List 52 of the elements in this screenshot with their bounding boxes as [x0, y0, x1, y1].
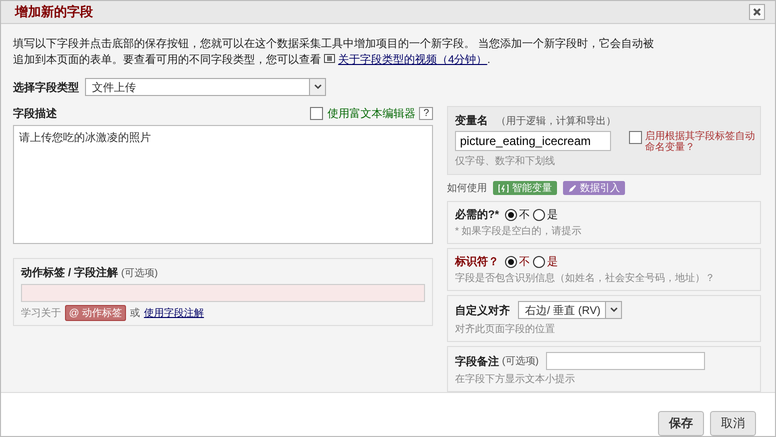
close-icon — [753, 8, 761, 16]
dialog-title: 增加新的字段 — [15, 3, 93, 21]
auto-name-label: 启用根据其字段标签自动命名变量？ — [645, 131, 756, 153]
alignment-label: 自定义对齐 — [455, 304, 510, 318]
rich-text-label: 使用富文本编辑器 — [327, 106, 416, 121]
caret-icon — [610, 307, 618, 313]
cancel-button[interactable]: 取消 — [710, 411, 756, 436]
action-tag-button[interactable]: @ 动作标签 — [65, 305, 126, 321]
identifier-label: 标识符？ — [455, 254, 499, 269]
radio-button[interactable] — [505, 208, 517, 220]
auto-name-checkbox[interactable] — [629, 131, 642, 144]
rich-text-checkbox[interactable] — [310, 107, 324, 120]
variable-note: 仅字母、数字和下划线 — [455, 154, 556, 168]
action-tags-label: 动作标签 / 字段注解 — [21, 266, 118, 280]
video-link[interactable]: 关于字段类型的视频（4分钟） — [338, 54, 488, 66]
radio-label: 不 — [519, 208, 530, 222]
radio-label: 是 — [547, 208, 558, 222]
variable-label: 变量名 — [455, 114, 488, 128]
field-note-field[interactable] — [546, 352, 705, 370]
action-tags-field[interactable] — [21, 284, 425, 302]
help-button[interactable]: ? — [419, 107, 433, 120]
optional-label: (可选项) — [502, 354, 539, 368]
film-icon — [324, 54, 336, 63]
radio-button[interactable] — [505, 256, 517, 268]
alignment-select[interactable]: 右边/ 垂直 (RV) — [518, 301, 622, 319]
radio-label: 是 — [547, 255, 558, 269]
radio-label: 不 — [519, 255, 530, 269]
radio-button[interactable] — [533, 256, 545, 268]
required-note: * 如果字段是空白的，请提示 — [455, 224, 583, 238]
required-label: 必需的?* — [455, 208, 499, 222]
field-annotation-link[interactable]: 使用字段注解 — [144, 306, 204, 320]
variable-hint: （用于逻辑，计算和导出） — [496, 114, 616, 128]
intro-text: 填写以下字段并点击底部的保存按钮，您就可以在这个数据采集工具中增加项目的一个新字段。 当您添加一个新字段时，它会自动被追加到本页面的表单。要查看可用的不同字段类型，您可以查看 关于字段类型的视频（4分钟）. — [13, 36, 656, 68]
field-type-select[interactable]: 文件上传 — [85, 78, 326, 96]
save-button[interactable]: 保存 — [658, 411, 704, 436]
field-note-hint: 在字段下方显示文本小提示 — [455, 372, 576, 386]
radio-button[interactable] — [533, 208, 545, 220]
description-label: 字段描述 — [13, 106, 57, 121]
how-to-use-label: 如何使用 — [447, 182, 487, 195]
close-button[interactable] — [749, 4, 765, 20]
variable-field[interactable]: picture_eating_icecream — [455, 131, 611, 151]
lightning-icon — [498, 184, 509, 192]
caret-icon — [314, 84, 322, 90]
identifier-note: 字段是否包含识别信息（如姓名，社会安全号码，地址）？ — [455, 272, 716, 285]
or-label: 或 — [130, 306, 140, 320]
optional-label: (可选项) — [121, 266, 158, 280]
field-note-label: 字段备注 — [455, 354, 499, 368]
field-type-label: 选择字段类型 — [13, 80, 79, 94]
description-field[interactable]: 请上传您吃的冰激凌的照片 — [13, 125, 433, 244]
pencil-icon — [568, 184, 577, 192]
learn-label: 学习关于 — [21, 306, 61, 320]
alignment-note: 对齐此页面字段的位置 — [455, 322, 556, 336]
